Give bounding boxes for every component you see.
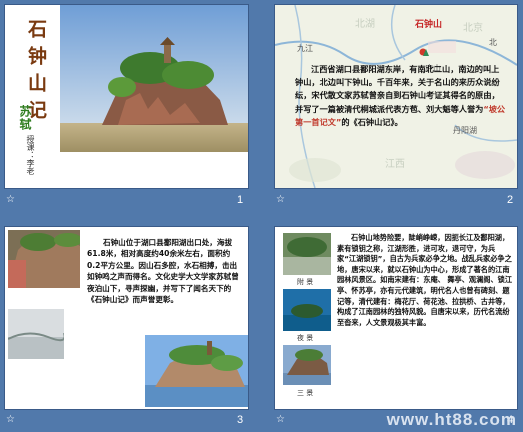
map-label-faded-2: 北京: [463, 23, 483, 34]
map-north-arrow-icon: [423, 49, 429, 56]
slide4-caption-2: 夜 景: [297, 334, 314, 342]
slide3-rock-photo: [145, 335, 248, 407]
slide2-star-icon[interactable]: ☆: [276, 194, 285, 205]
map-label-faded-3: 江西: [385, 159, 405, 170]
map-place-label: 石钟山: [415, 20, 443, 30]
map-city-label: 九江: [297, 44, 313, 53]
slide-thumbnail-3[interactable]: 石钟山位于湖口县鄱阳湖出口处，海拔61.8米，相对高度约40余米左右，面积约0.…: [5, 227, 248, 409]
slide4-photo-2: [283, 289, 331, 331]
slide4-star-icon[interactable]: ☆: [276, 414, 285, 425]
slide3-star-icon[interactable]: ☆: [6, 414, 15, 425]
slide1-author: 苏轼: [18, 105, 32, 131]
slide2-body-intro: 江西省湖口县鄱阳湖东岸，有南北二山，南边的叫上钟山，北边叫下钟山。千百年来，关于…: [295, 64, 500, 114]
slide3-lake-photo: [8, 309, 64, 359]
slide1-number: 1: [237, 194, 244, 206]
slide1-star-icon[interactable]: ☆: [6, 194, 15, 205]
slide4-photo-3: [283, 345, 331, 385]
slide4-photo-1: [283, 233, 331, 275]
slide3-body: 石钟山位于湖口县鄱阳湖出口处，海拔61.8米，相对高度约40余米左右，面积约0.…: [87, 238, 239, 305]
map-north-label: 北: [489, 38, 497, 47]
watermark-text: www.ht88.com: [386, 410, 517, 429]
slide-thumbnail-2[interactable]: 北湖 北京 江西 石钟山 九江 庐山 丹阳湖 北 江西省湖口县鄱阳湖东岸，有南北…: [275, 5, 517, 188]
slide3-cliff-photo: [8, 230, 80, 288]
slide4-caption-3: 三 景: [297, 389, 314, 397]
slide-thumbnail-4[interactable]: 附 景 夜 景 三 景 石钟山地势险要，陡峭峥嵘，因扼长江及鄱阳湖，素有锁钥之称…: [275, 227, 517, 409]
slide1-lecturer: 授课：李老: [26, 135, 35, 175]
slide3-number: 3: [237, 414, 244, 426]
slide2-number: 2: [507, 194, 514, 206]
map-label-faded-1: 北湖: [355, 19, 375, 30]
slide4-body: 石钟山地势险要，陡峭峥嵘，因扼长江及鄱阳湖，素有锁钥之称，江湖形胜，进可攻，退可…: [337, 233, 512, 327]
slide1-rock-photo: [60, 5, 248, 152]
slide4-caption-1: 附 景: [297, 278, 314, 286]
slide-thumbnail-1[interactable]: 石钟山记 苏轼 授课：李老: [5, 5, 248, 188]
slide2-body: 江西省湖口县鄱阳湖东岸，有南北二山，南边的叫上钟山，北边叫下钟山。千百年来，关于…: [295, 63, 507, 129]
slide2-body-end: 的《石钟山记》。: [341, 116, 403, 127]
